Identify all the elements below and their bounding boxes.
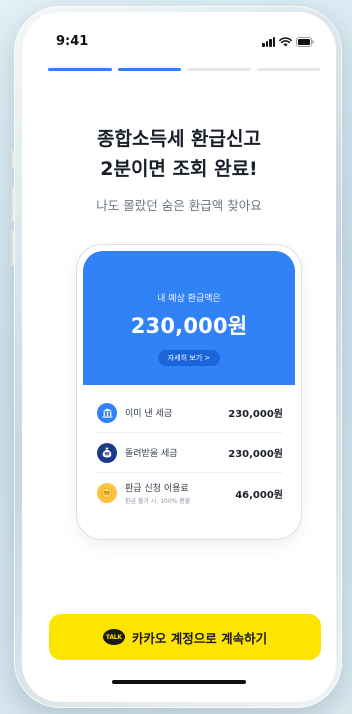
breakdown-row: ₩ 돌려받을 세금 230,000원: [97, 433, 283, 473]
coin-icon: ₩: [97, 483, 117, 503]
money-bag-icon: ₩: [97, 442, 117, 463]
kakao-talk-icon: TALK: [102, 629, 125, 645]
detail-button[interactable]: 자세히 보기 >: [157, 350, 221, 366]
title-line-2: 2분이면 조회 완료!: [100, 158, 258, 180]
page-subtitle: 나도 몰랐던 숨은 환급액 찾아요: [96, 198, 262, 213]
phone-side-button: [10, 150, 14, 168]
refund-label: 내 예상 환급액은: [157, 294, 221, 304]
app-screen: 9:41 종합소득세 환급신고 2분이면 조회 완료! 나도 몰랐던 숨은 환급…: [22, 12, 336, 702]
phone-side-button: [10, 186, 14, 222]
status-icons: [262, 37, 314, 47]
battery-icon: [296, 37, 314, 47]
svg-text:₩: ₩: [104, 452, 109, 458]
progress-step: [48, 68, 112, 71]
svg-text:₩: ₩: [104, 491, 111, 497]
refund-breakdown-list: 이미 낸 세금 230,000원 ₩ 돌려받을 세금 230,000원 ₩ 환급…: [83, 385, 295, 513]
refund-preview-phone: 내 예상 환급액은 230,000원 자세히 보기 > 이미 낸 세금 230,…: [76, 244, 302, 540]
kakao-continue-label: 카카오 계정으로 계속하기: [131, 630, 268, 646]
breakdown-label: 이미 낸 세금: [125, 409, 173, 419]
progress-step: [187, 68, 251, 71]
phone-side-button: [10, 230, 14, 266]
kakao-continue-button[interactable]: TALK 카카오 계정으로 계속하기: [49, 614, 321, 660]
status-time: 9:41: [56, 34, 89, 49]
breakdown-sublabel: 환급 불가 시, 100% 환불: [125, 498, 191, 505]
refund-preview-screen: 내 예상 환급액은 230,000원 자세히 보기 > 이미 낸 세금 230,…: [83, 251, 295, 539]
breakdown-row: 이미 낸 세금 230,000원: [97, 393, 283, 433]
step-progress: [48, 68, 320, 71]
breakdown-value: 46,000원: [235, 489, 283, 501]
breakdown-row: ₩ 환급 신청 이용료 환급 불가 시, 100% 환불 46,000원: [97, 473, 283, 513]
progress-step: [117, 68, 181, 71]
signal-icon: [262, 37, 275, 47]
title-line-1: 종합소득세 환급신고: [97, 128, 261, 150]
bank-icon: [97, 402, 117, 423]
refund-summary-card: 내 예상 환급액은 230,000원 자세히 보기 >: [83, 251, 295, 385]
refund-amount: 230,000원: [130, 314, 248, 338]
status-bar: 9:41: [22, 34, 336, 54]
breakdown-label: 환급 신청 이용료: [125, 484, 189, 494]
breakdown-label: 돌려받을 세금: [125, 449, 178, 459]
progress-step: [256, 68, 320, 71]
wifi-icon: [279, 37, 292, 47]
breakdown-value: 230,000원: [228, 409, 283, 420]
breakdown-value: 230,000원: [228, 449, 283, 460]
page-title: 종합소득세 환급신고 2분이면 조회 완료!: [22, 124, 336, 184]
home-indicator: [112, 680, 246, 684]
